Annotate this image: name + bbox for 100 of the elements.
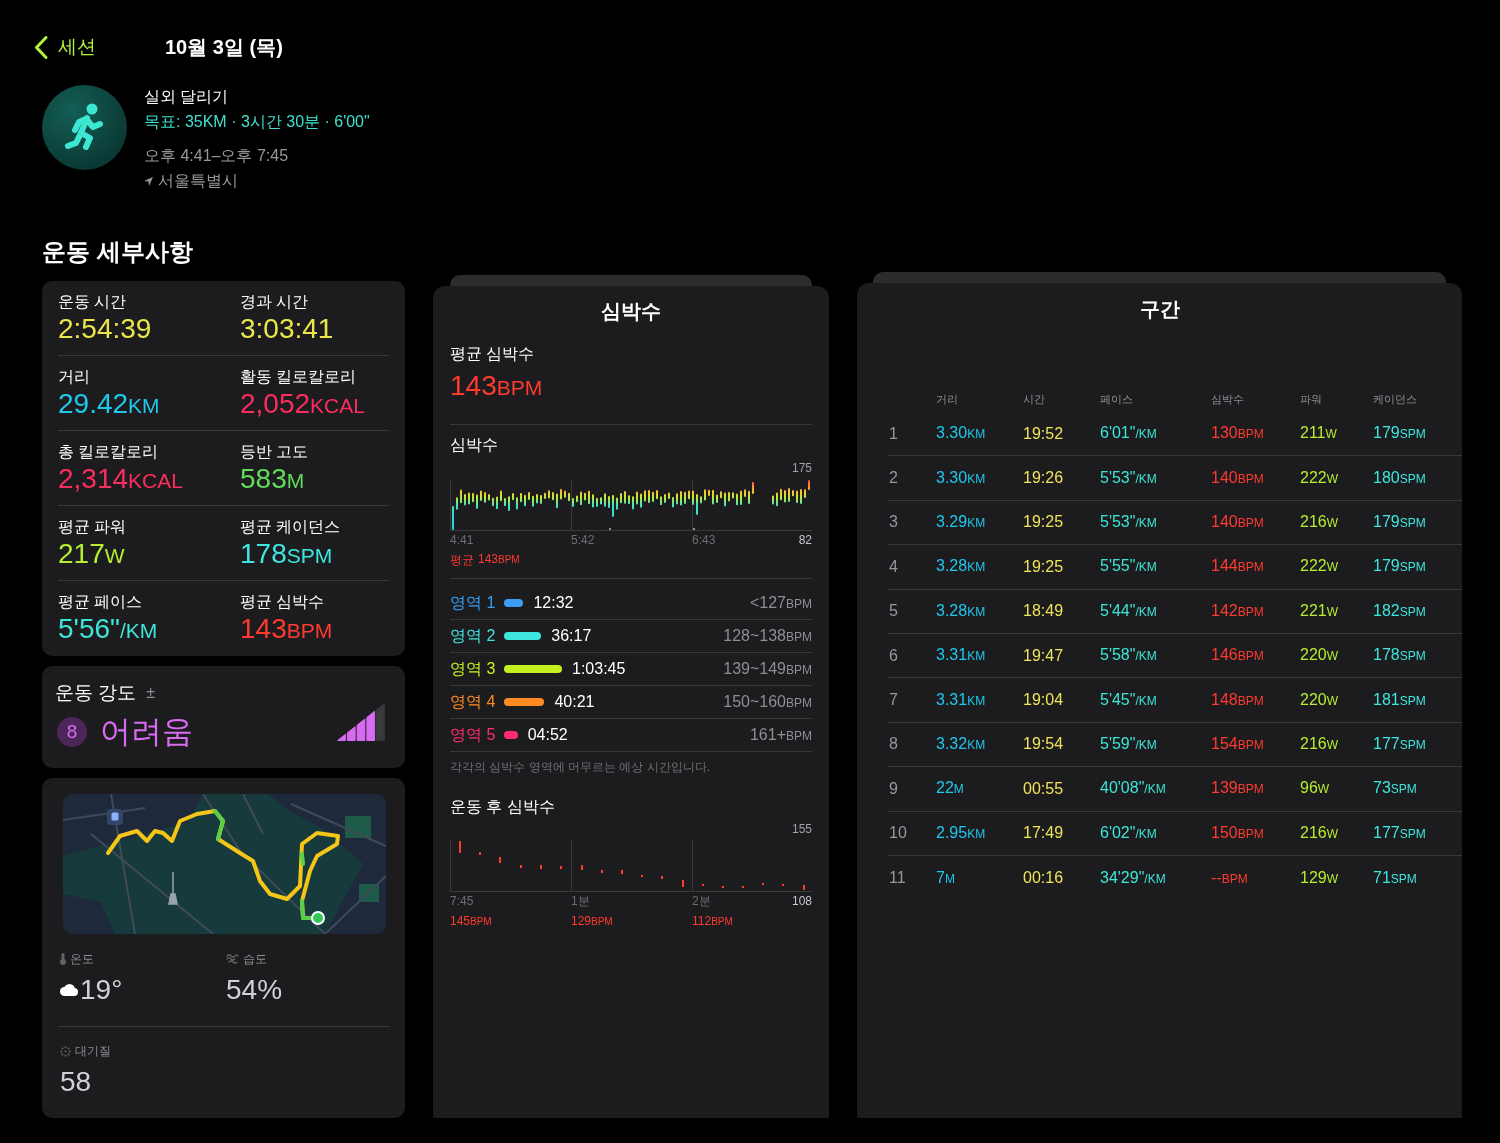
column-header: 거리 — [936, 392, 958, 406]
split-value: 211W — [1300, 423, 1337, 444]
split-value: 5'53"/KM — [1100, 467, 1157, 488]
metric-label: 평균 페이스 — [58, 592, 143, 612]
average-label: 평균 — [450, 552, 474, 567]
metric-label: 활동 킬로칼로리 — [240, 367, 357, 387]
split-value: 130BPM — [1211, 423, 1264, 444]
split-value: 71SPM — [1373, 867, 1417, 888]
split-number: 7 — [889, 690, 898, 711]
split-value: 19:47 — [1023, 645, 1064, 666]
zone-range: 150~160BPM — [723, 691, 812, 712]
effort-rating: 어려움 — [100, 714, 193, 750]
panel-title: 심박수 — [601, 299, 661, 323]
split-value: 139BPM — [1211, 778, 1264, 799]
axis-label: 2분 — [692, 894, 711, 908]
zone-time: 40:21 — [554, 692, 595, 712]
column-header: 페이스 — [1100, 392, 1133, 406]
split-value: 177SPM — [1373, 822, 1426, 843]
location-arrow-icon — [144, 176, 153, 186]
split-value: 129W — [1300, 867, 1339, 888]
split-value: 19:25 — [1023, 556, 1064, 577]
effort-bars-icon — [337, 703, 385, 741]
split-value: 180SPM — [1373, 467, 1426, 488]
split-value: --BPM — [1211, 867, 1248, 888]
axis-label: 155 — [791, 822, 812, 836]
zone-label: 영역 4 — [450, 692, 497, 712]
weather-value: 58 — [60, 1065, 92, 1099]
axis-label: 5:42 — [571, 533, 595, 547]
effort-title: 운동 강도 — [55, 682, 137, 704]
split-number: 1 — [889, 423, 898, 444]
split-value: 177SPM — [1373, 733, 1426, 754]
recovery-reading: 129BPM — [571, 914, 613, 929]
split-number: 5 — [889, 601, 898, 622]
weather-value: 54% — [226, 973, 283, 1007]
split-number: 6 — [889, 645, 898, 666]
running-figure-icon — [42, 85, 127, 170]
split-number: 4 — [889, 556, 898, 577]
split-value: 216W — [1300, 733, 1339, 754]
split-number: 10 — [889, 823, 907, 844]
split-value: 3.28KM — [936, 600, 986, 621]
metric-value: 3:03:41 — [240, 312, 334, 346]
split-value: 7M — [936, 867, 955, 888]
split-value: 179SPM — [1373, 423, 1426, 444]
metric-value: 2,052KCAL — [240, 387, 365, 421]
split-value: 3.32KM — [936, 733, 986, 754]
workout-goal: 목표: 35KM · 3시간 30분 · 6'00" — [144, 112, 370, 132]
column-header: 시간 — [1023, 392, 1045, 406]
zone-range: 161+BPM — [749, 724, 812, 745]
section-title: 운동 후 심박수 — [450, 797, 555, 817]
section-heading: 운동 세부사항 — [42, 237, 193, 267]
zone-time: 04:52 — [527, 725, 568, 745]
split-value: 148BPM — [1211, 689, 1264, 710]
metric-label: 경과 시간 — [240, 292, 309, 312]
split-value: 5'45"/KM — [1100, 689, 1157, 710]
axis-label: 1분 — [571, 894, 590, 908]
split-value: 22M — [936, 778, 964, 799]
split-value: 3.28KM — [936, 556, 986, 577]
metric-value: 217W — [58, 537, 125, 571]
metric-label: 거리 — [58, 367, 90, 387]
column-header: 심박수 — [1211, 392, 1244, 406]
split-value: 182SPM — [1373, 600, 1426, 621]
column-header: 파워 — [1300, 392, 1322, 406]
metric-label: 평균 심박수 — [450, 344, 535, 364]
wavy-lines-icon — [226, 954, 239, 964]
split-number: 8 — [889, 734, 898, 755]
split-value: 144BPM — [1211, 556, 1264, 577]
column-header: 케이던스 — [1373, 392, 1417, 406]
split-value: 00:55 — [1023, 778, 1064, 799]
split-number: 2 — [889, 468, 898, 489]
split-value: 3.30KM — [936, 423, 986, 444]
split-value: 6'02"/KM — [1100, 822, 1157, 843]
split-value: 6'01"/KM — [1100, 423, 1157, 444]
metric-label: 등반 고도 — [240, 442, 309, 462]
metric-value: 2:54:39 — [58, 312, 152, 346]
split-value: 3.31KM — [936, 689, 986, 710]
thermometer-icon — [60, 953, 66, 965]
weather-label: 온도 — [70, 952, 94, 966]
split-value: 222W — [1300, 467, 1339, 488]
axis-label: 175 — [791, 461, 812, 475]
time-range: 오후 4:41–오후 7:45 — [144, 146, 289, 166]
average-value: 143BPM — [478, 552, 520, 567]
dotted-circle-icon — [60, 1045, 71, 1057]
split-value: 3.30KM — [936, 467, 986, 488]
back-button[interactable]: 세션 — [34, 32, 96, 62]
metric-value: 2,314KCAL — [58, 462, 183, 496]
zone-time: 36:17 — [551, 626, 592, 646]
split-value: 18:49 — [1023, 601, 1064, 622]
split-number: 9 — [889, 778, 898, 799]
zone-label: 영역 2 — [450, 626, 497, 646]
split-value: 220W — [1300, 645, 1339, 666]
plus-minus-button[interactable]: ± — [146, 682, 156, 704]
zone-range: 139~149BPM — [723, 658, 812, 679]
split-value: 19:52 — [1023, 423, 1064, 444]
split-value: 140BPM — [1211, 511, 1264, 532]
split-number: 11 — [889, 868, 906, 889]
split-value: 40'08"/KM — [1100, 778, 1166, 799]
split-value: 5'53"/KM — [1100, 511, 1157, 532]
split-value: 5'59"/KM — [1100, 733, 1157, 754]
metric-value: 143BPM — [450, 369, 543, 403]
metric-label: 평균 케이던스 — [240, 517, 341, 537]
